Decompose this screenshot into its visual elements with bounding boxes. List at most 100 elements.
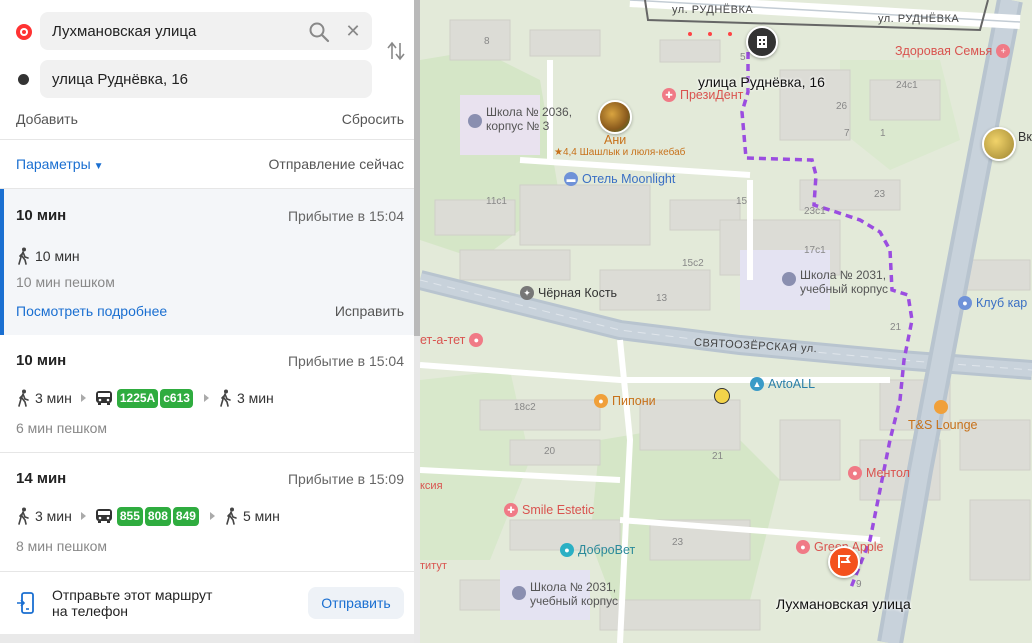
poi-label: ПрезиДент xyxy=(680,88,744,102)
poi-ts-lounge[interactable]: T&S Lounge xyxy=(908,418,978,432)
poi-ani-rating: ★4,4 Шашлык и люля-кебаб xyxy=(554,147,686,158)
poi-prezident[interactable]: ✚ ПрезиДент xyxy=(662,88,743,102)
route-panel: ✕ Добавить Сбросить Параметры▼ Отправлен… xyxy=(0,0,416,643)
route-option-2[interactable]: 10 мин Прибытие в 15:04 3 мин 1225А с613… xyxy=(0,336,416,452)
poi-ani-name[interactable]: Ани xyxy=(604,133,626,147)
fix-route-link[interactable]: Исправить xyxy=(335,303,404,319)
destination-field[interactable] xyxy=(40,60,372,98)
map[interactable]: ул. РУДНЁВКА ул. РУДНЁВКА СВЯТООЗЁРСКАЯ … xyxy=(420,0,1032,643)
beauty-icon: ● xyxy=(469,333,484,347)
route-legs: 3 мин 855 808 849 5 мин xyxy=(16,505,280,527)
poi-vk[interactable]: Вк xyxy=(1018,130,1032,144)
route-arrival: Прибытие в 15:04 xyxy=(287,208,404,224)
bus-number-badge: 1225А xyxy=(116,388,159,408)
reset-link[interactable]: Сбросить xyxy=(342,111,404,127)
poi-pipony[interactable]: ● Пипони xyxy=(594,394,656,408)
house-number: 7 xyxy=(844,128,850,139)
poi-avtoall[interactable]: ▲ AvtoALL xyxy=(750,377,815,391)
departure-time[interactable]: Отправление сейчас xyxy=(269,156,404,172)
walk-duration: 10 мин xyxy=(35,248,80,264)
poi-school-2036[interactable]: Школа № 2036, корпус № 3 xyxy=(470,105,572,133)
clinic-icon: + xyxy=(996,44,1011,58)
poi-otel-moonlight[interactable]: ▬ Отель Moonlight xyxy=(564,172,675,186)
house-number: 13 xyxy=(656,293,668,304)
divider xyxy=(0,139,416,140)
poi-school-2031-b[interactable]: Школа № 2031, учебный корпус xyxy=(530,580,618,608)
poi-vk-photo[interactable] xyxy=(982,127,1016,161)
walk-duration: 3 мин xyxy=(35,390,72,406)
house-number: 8 xyxy=(484,36,490,47)
poi-tet-a-tet[interactable]: ет-а-тет ● xyxy=(420,333,487,347)
building-icon xyxy=(757,36,767,48)
beauty-icon: ● xyxy=(796,540,810,554)
poi-label: ДоброВет xyxy=(578,543,636,557)
poi-label: Чёрная Кость xyxy=(538,286,618,300)
send-text-line-2: на телефон xyxy=(52,603,128,619)
poi-school-2031[interactable]: Школа № 2031, учебный корпус xyxy=(800,268,888,296)
bus-icon xyxy=(95,391,112,405)
route-option-1[interactable]: 10 мин Прибытие в 15:04 10 мин 10 мин пе… xyxy=(0,189,416,335)
arrow-right-icon xyxy=(209,512,215,520)
poi-dobrovet[interactable]: ● ДоброВет xyxy=(560,543,635,557)
hotel-icon: ▬ xyxy=(564,172,578,186)
swap-icon[interactable] xyxy=(386,40,406,62)
dentist-icon: ✚ xyxy=(504,503,518,517)
house-number: 1 xyxy=(880,128,886,139)
view-details-link[interactable]: Посмотреть подробнее xyxy=(16,303,167,319)
house-number: 18с2 xyxy=(514,402,536,413)
house-number: 26 xyxy=(836,101,848,112)
restaurant-icon: ✦ xyxy=(520,286,534,300)
phone-icon xyxy=(17,592,34,614)
poi-label: Пипони xyxy=(612,394,656,408)
house-number: 23 xyxy=(672,537,684,548)
poi-zdorovaya-semya[interactable]: Здоровая Семья + xyxy=(895,44,1014,58)
send-text: Отправьте этот маршрут на телефон xyxy=(52,587,252,619)
search-icon[interactable] xyxy=(308,21,330,43)
route-option-3[interactable]: 14 мин Прибытие в 15:09 3 мин 855 808 84… xyxy=(0,453,416,571)
arrow-right-icon xyxy=(203,394,209,402)
house-number: 11с1 xyxy=(486,196,507,207)
poi-titut[interactable]: титут xyxy=(420,560,447,572)
vet-icon: ● xyxy=(560,543,574,557)
send-button[interactable]: Отправить xyxy=(308,587,404,619)
origin-input[interactable] xyxy=(40,12,300,50)
poi-aksiya[interactable]: ксия xyxy=(420,480,443,492)
poi-mentol[interactable]: ● Ментол xyxy=(848,466,910,480)
school-icon xyxy=(468,114,482,128)
parameters-dropdown[interactable]: Параметры ▼ xyxy=(16,156,104,172)
house-number: 5 xyxy=(740,52,746,63)
bus-icon xyxy=(95,509,112,523)
walk-total: 10 мин пешком xyxy=(16,274,115,290)
poi-label: AvtoALL xyxy=(768,377,816,391)
origin-pin-icon[interactable] xyxy=(828,546,860,578)
poi-chernaya-kost[interactable]: ✦ Чёрная Кость xyxy=(520,286,617,300)
caret-down-icon: ▼ xyxy=(93,161,104,172)
destination-input[interactable] xyxy=(40,60,300,98)
beauty-icon: ● xyxy=(848,466,862,480)
house-number: 20 xyxy=(544,446,556,457)
add-waypoint-link[interactable]: Добавить xyxy=(16,111,78,127)
origin-field[interactable]: ✕ xyxy=(40,12,372,50)
destination-label: улица Руднёвка, 16 xyxy=(698,74,825,90)
origin-label: Лухмановская улица xyxy=(776,596,911,612)
walk-total: 8 мин пешком xyxy=(16,538,108,554)
poi-klub[interactable]: ● Клуб кар xyxy=(958,296,1027,310)
arrow-right-icon xyxy=(80,512,86,520)
clear-icon[interactable]: ✕ xyxy=(344,22,362,40)
poi-label: корпус № 3 xyxy=(486,119,550,133)
destination-pin-icon[interactable] xyxy=(746,26,778,58)
poi-label: учебный корпус xyxy=(530,594,619,608)
house-number: 15 xyxy=(736,196,748,207)
walk-duration: 5 мин xyxy=(242,508,280,524)
bus-number-badge: 849 xyxy=(172,506,199,526)
club-icon: ● xyxy=(958,296,972,310)
walk-icon xyxy=(220,389,231,407)
poi-ani-photo[interactable] xyxy=(598,100,632,134)
cafe-icon: ● xyxy=(594,394,608,408)
route-legs: 3 мин 1225А с613 3 мин xyxy=(16,387,274,409)
poi-smile-estetic[interactable]: ✚ Smile Estetic xyxy=(504,503,594,517)
house-number: 23 xyxy=(874,189,886,200)
route-arrival: Прибытие в 15:09 xyxy=(287,471,404,487)
house-number: 23с1 xyxy=(804,206,826,217)
street-label: ул. РУДНЁВКА xyxy=(878,13,960,25)
